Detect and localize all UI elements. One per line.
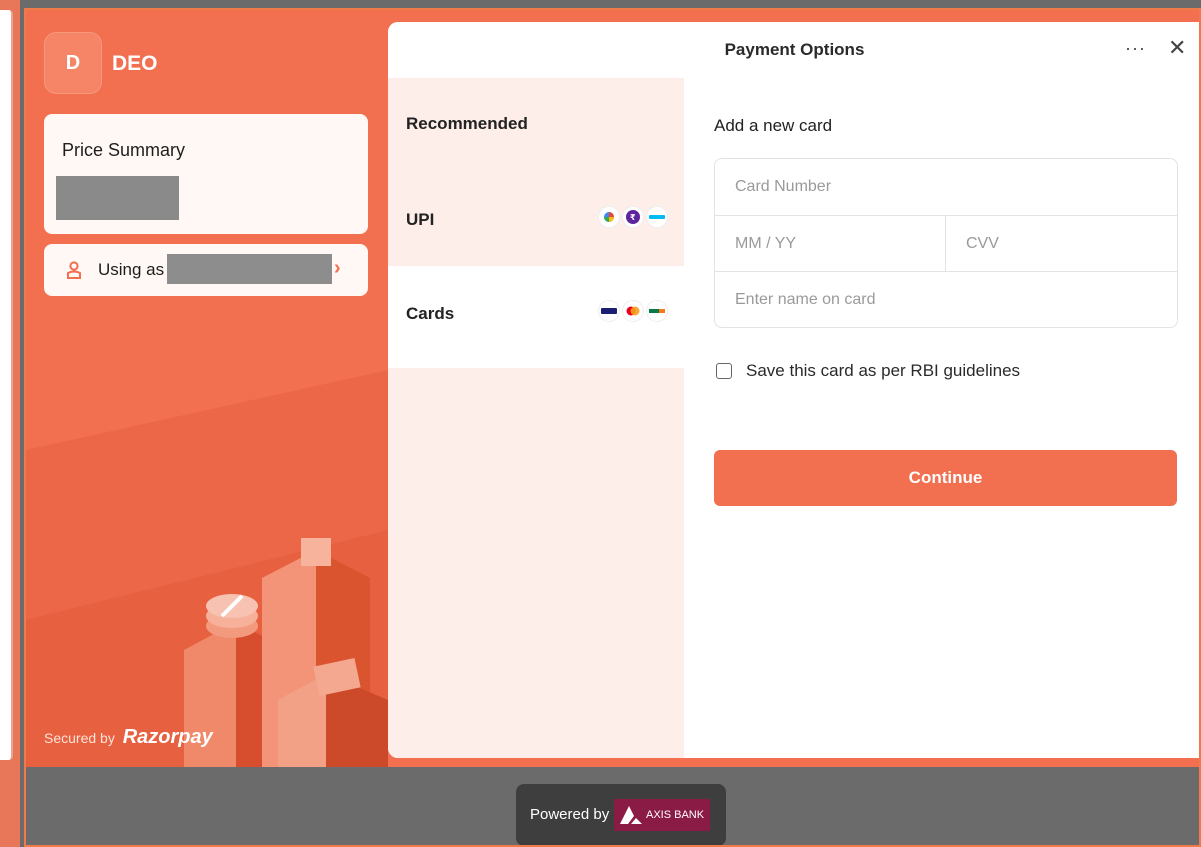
continue-button[interactable]: Continue xyxy=(714,450,1177,506)
axis-bank-icon xyxy=(620,806,642,824)
price-summary-redacted xyxy=(56,176,179,220)
user-icon xyxy=(67,261,81,279)
methods-divider-bottom xyxy=(388,360,684,368)
rupay-icon xyxy=(646,300,668,322)
checkout-panel: D DEO Price Summary Using as › Secured b… xyxy=(26,10,1199,767)
secured-by: Secured by Razorpay xyxy=(44,726,213,749)
phonepe-icon: ₹ xyxy=(622,206,644,228)
mastercard-icon xyxy=(622,300,644,322)
more-options-icon[interactable]: ··· xyxy=(1125,38,1146,59)
payment-options-modal: Payment Options ··· ✕ Recommended UPI ₹ xyxy=(388,22,1199,758)
add-card-title: Add a new card xyxy=(714,116,833,135)
axis-bank-logo: AXIS BANK xyxy=(614,799,710,831)
payment-methods-list: Recommended UPI ₹ Cards xyxy=(388,78,684,758)
recommended-heading: Recommended xyxy=(406,114,528,133)
method-cards[interactable]: Cards xyxy=(388,268,684,360)
price-summary-card: Price Summary xyxy=(44,114,368,234)
checkout-frame: D DEO Price Summary Using as › Secured b… xyxy=(24,8,1201,847)
merchant-logo: D xyxy=(44,32,102,94)
modal-header: Payment Options ··· ✕ xyxy=(388,22,1199,78)
paytm-icon xyxy=(646,206,668,228)
background-card-edge xyxy=(0,10,13,760)
google-pay-icon xyxy=(598,206,620,228)
using-as-label: Using as xyxy=(98,260,165,279)
razorpay-logo: Razorpay xyxy=(122,726,213,748)
upi-logos: ₹ xyxy=(598,206,668,228)
save-card-row[interactable]: Save this card as per RBI guidelines xyxy=(716,361,1020,381)
card-logos xyxy=(598,300,668,322)
using-as-button[interactable]: Using as › xyxy=(44,244,368,296)
merchant-name: DEO xyxy=(112,52,158,75)
axis-bank-name: AXIS BANK xyxy=(646,809,705,821)
background-page xyxy=(0,0,20,847)
save-card-label: Save this card as per RBI guidelines xyxy=(746,361,1021,380)
using-as-redacted xyxy=(167,254,332,284)
card-form xyxy=(714,158,1178,328)
cvv-input[interactable] xyxy=(946,215,1177,271)
chevron-right-icon: › xyxy=(334,257,341,279)
price-summary-title: Price Summary xyxy=(62,140,186,160)
method-cards-label: Cards xyxy=(406,304,455,323)
save-card-checkbox[interactable] xyxy=(716,363,732,379)
cardholder-name-input[interactable] xyxy=(715,271,1177,327)
powered-by-label: Powered by xyxy=(530,806,610,823)
card-number-input[interactable] xyxy=(715,159,1177,215)
modal-title: Payment Options xyxy=(724,40,865,59)
svg-text:₹: ₹ xyxy=(630,213,636,222)
method-upi-label: UPI xyxy=(406,210,435,229)
visa-icon xyxy=(598,300,620,322)
card-entry-panel: Add a new card Save this card as per RBI… xyxy=(684,78,1199,758)
expiry-input[interactable] xyxy=(715,215,946,271)
close-icon[interactable]: ✕ xyxy=(1168,35,1186,61)
secured-by-label: Secured by xyxy=(44,730,115,746)
method-upi[interactable]: UPI ₹ xyxy=(388,174,684,266)
powered-by-badge: Powered by AXIS BANK xyxy=(516,784,726,845)
